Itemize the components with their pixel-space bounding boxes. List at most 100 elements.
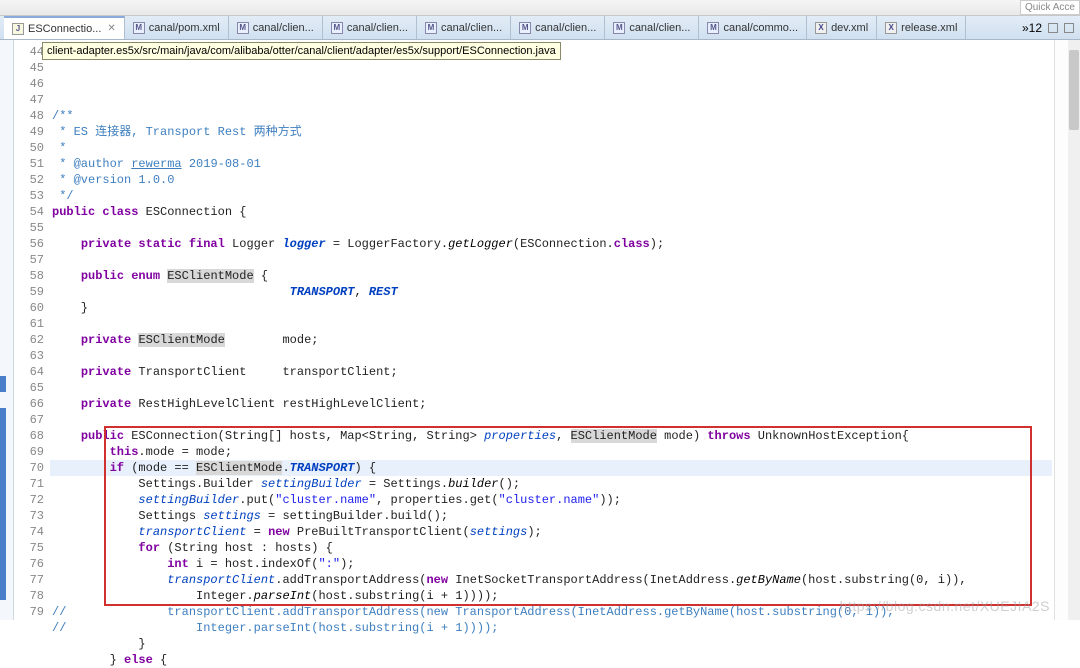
code-line[interactable] xyxy=(50,252,1052,268)
code-line[interactable] xyxy=(50,316,1052,332)
line-number[interactable]: 78 xyxy=(14,588,44,604)
editor-tab[interactable]: Xrelease.xml xyxy=(877,16,966,39)
tab-label: canal/clien... xyxy=(629,22,690,34)
code-line[interactable]: */ xyxy=(50,188,1052,204)
line-number[interactable]: 53 xyxy=(14,188,44,204)
line-number[interactable]: 52 xyxy=(14,172,44,188)
code-line[interactable]: * xyxy=(50,140,1052,156)
code-line[interactable]: private TransportClient transportClient; xyxy=(50,364,1052,380)
code-line[interactable]: * @version 1.0.0 xyxy=(50,172,1052,188)
line-number[interactable]: 64 xyxy=(14,364,44,380)
code-line[interactable]: int i = host.indexOf(":"); xyxy=(50,556,1052,572)
code-line[interactable]: * ES 连接器, Transport Rest 两种方式 xyxy=(50,124,1052,140)
tab-label: dev.xml xyxy=(831,22,868,34)
change-marker xyxy=(0,376,6,392)
editor-tab[interactable]: Mcanal/clien... xyxy=(323,16,417,39)
code-line[interactable]: private RestHighLevelClient restHighLeve… xyxy=(50,396,1052,412)
line-number[interactable]: 63 xyxy=(14,348,44,364)
line-number[interactable]: 57 xyxy=(14,252,44,268)
line-number[interactable]: 46 xyxy=(14,76,44,92)
line-number[interactable]: 59 xyxy=(14,284,44,300)
tab-label: release.xml xyxy=(901,22,957,34)
code-editor[interactable]: /** * ES 连接器, Transport Rest 两种方式 * * @a… xyxy=(50,40,1052,620)
file-type-icon: M xyxy=(707,22,719,34)
editor-tab[interactable]: Mcanal/clien... xyxy=(605,16,699,39)
tab-label: canal/clien... xyxy=(253,22,314,34)
line-number[interactable]: 55 xyxy=(14,220,44,236)
code-line[interactable]: public class ESConnection { xyxy=(50,204,1052,220)
quick-access-field[interactable]: Quick Acce xyxy=(1020,0,1080,15)
line-number[interactable]: 49 xyxy=(14,124,44,140)
line-number[interactable]: 60 xyxy=(14,300,44,316)
code-line[interactable]: } xyxy=(50,300,1052,316)
minimize-icon[interactable] xyxy=(1048,23,1058,33)
line-number-gutter[interactable]: 4445464748495051525354555657585960616263… xyxy=(14,40,50,620)
code-line[interactable] xyxy=(50,380,1052,396)
line-number[interactable]: 77 xyxy=(14,572,44,588)
line-number[interactable]: 48 xyxy=(14,108,44,124)
code-line[interactable]: } else { xyxy=(50,652,1052,668)
code-line[interactable]: settingBuilder.put("cluster.name", prope… xyxy=(50,492,1052,508)
close-icon[interactable]: ✕ xyxy=(107,23,115,34)
tab-label: canal/pom.xml xyxy=(149,22,220,34)
code-line[interactable]: transportClient = new PreBuiltTransportC… xyxy=(50,524,1052,540)
file-type-icon: J xyxy=(12,23,24,35)
code-line[interactable]: // Integer.parseInt(host.substring(i + 1… xyxy=(50,620,1052,636)
overflow-indicator[interactable]: »12 xyxy=(1022,21,1042,35)
code-line[interactable] xyxy=(50,220,1052,236)
line-number[interactable]: 47 xyxy=(14,92,44,108)
line-number[interactable]: 68 xyxy=(14,428,44,444)
line-number[interactable]: 69 xyxy=(14,444,44,460)
code-line[interactable]: * @author rewerma 2019-08-01 xyxy=(50,156,1052,172)
line-number[interactable]: 61 xyxy=(14,316,44,332)
code-line[interactable]: public enum ESClientMode { xyxy=(50,268,1052,284)
editor-tab[interactable]: Mcanal/clien... xyxy=(417,16,511,39)
code-line[interactable]: Settings settings = settingBuilder.build… xyxy=(50,508,1052,524)
line-number[interactable]: 73 xyxy=(14,508,44,524)
line-number[interactable]: 74 xyxy=(14,524,44,540)
line-number[interactable]: 79 xyxy=(14,604,44,620)
code-line[interactable]: /** xyxy=(50,108,1052,124)
code-line[interactable]: if (mode == ESClientMode.TRANSPORT) { xyxy=(50,460,1052,476)
editor-tab[interactable]: JESConnectio...✕ xyxy=(4,16,125,39)
code-line[interactable]: } xyxy=(50,636,1052,652)
editor-tab[interactable]: Mcanal/commo... xyxy=(699,16,807,39)
line-number[interactable]: 45 xyxy=(14,60,44,76)
code-line[interactable]: Settings.Builder settingBuilder = Settin… xyxy=(50,476,1052,492)
line-number[interactable]: 50 xyxy=(14,140,44,156)
code-line[interactable]: public ESConnection(String[] hosts, Map<… xyxy=(50,428,1052,444)
maximize-icon[interactable] xyxy=(1064,23,1074,33)
line-number[interactable]: 76 xyxy=(14,556,44,572)
editor-tab[interactable]: Mcanal/pom.xml xyxy=(125,16,229,39)
line-number[interactable]: 58 xyxy=(14,268,44,284)
code-line[interactable]: private ESClientMode mode; xyxy=(50,332,1052,348)
line-number[interactable]: 70 xyxy=(14,460,44,476)
code-line[interactable] xyxy=(50,348,1052,364)
vertical-scrollbar[interactable] xyxy=(1068,40,1080,620)
line-number[interactable]: 72 xyxy=(14,492,44,508)
code-line[interactable]: transportClient.addTransportAddress(new … xyxy=(50,572,1052,588)
code-line[interactable] xyxy=(50,92,1052,108)
line-number[interactable]: 71 xyxy=(14,476,44,492)
scrollbar-thumb[interactable] xyxy=(1069,50,1079,130)
line-number[interactable]: 75 xyxy=(14,540,44,556)
code-line[interactable]: private static final Logger logger = Log… xyxy=(50,236,1052,252)
line-number[interactable]: 66 xyxy=(14,396,44,412)
line-number[interactable]: 56 xyxy=(14,236,44,252)
overview-ruler[interactable] xyxy=(1054,40,1068,620)
line-number[interactable]: 54 xyxy=(14,204,44,220)
code-line[interactable]: for (String host : hosts) { xyxy=(50,540,1052,556)
editor-tab[interactable]: Xdev.xml xyxy=(807,16,877,39)
tab-label: canal/clien... xyxy=(535,22,596,34)
line-number[interactable]: 65 xyxy=(14,380,44,396)
editor-tab[interactable]: Mcanal/clien... xyxy=(511,16,605,39)
line-number[interactable]: 44 xyxy=(14,44,44,60)
code-line[interactable] xyxy=(50,412,1052,428)
editor-tab[interactable]: Mcanal/clien... xyxy=(229,16,323,39)
code-line[interactable]: this.mode = mode; xyxy=(50,444,1052,460)
code-line[interactable]: TRANSPORT, REST xyxy=(50,284,1052,300)
line-number[interactable]: 51 xyxy=(14,156,44,172)
line-number[interactable]: 67 xyxy=(14,412,44,428)
line-number[interactable]: 62 xyxy=(14,332,44,348)
tab-overflow-controls[interactable]: »12 xyxy=(1016,16,1080,39)
